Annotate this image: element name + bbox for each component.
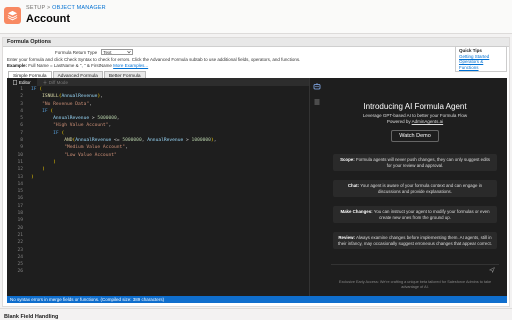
- line-number: 4: [20, 108, 23, 114]
- line-number: 2: [20, 94, 23, 100]
- line-number: 8: [20, 138, 23, 144]
- operators-functions-link[interactable]: Operators & Functions: [459, 59, 503, 70]
- send-icon[interactable]: [489, 267, 495, 273]
- formula-options-panel: Formula Options Formula Return Type Text…: [2, 37, 510, 307]
- code-line: ISNULL(AnnualRevenue),: [42, 94, 103, 100]
- line-number: 10: [17, 152, 23, 158]
- ai-panel-title: Introducing AI Formula Agent: [363, 102, 467, 111]
- side-rail: [309, 78, 323, 296]
- code-line: "Medium Value Account",: [64, 145, 128, 151]
- code-line: "Low Value Account": [64, 152, 117, 158]
- line-number: 22: [17, 240, 23, 246]
- line-number: 5: [20, 116, 23, 122]
- line-number: 16: [17, 196, 23, 202]
- list-icon[interactable]: [313, 98, 321, 106]
- card-label: Scope:: [340, 157, 355, 162]
- blank-field-handling-section: Blank Field Handling: [0, 308, 512, 320]
- formula-instructions: Enter your formula and click Check Synta…: [7, 57, 447, 68]
- formula-options-heading: Formula Options: [3, 38, 509, 47]
- breadcrumb: SETUP > OBJECT MANAGER: [26, 5, 106, 11]
- code-line: IF (: [53, 130, 65, 136]
- card-label: Chat:: [347, 183, 360, 188]
- powered-by-label: Powered by: [386, 118, 411, 124]
- line-number: 13: [17, 174, 23, 180]
- editor-tab-bar: Editor Diff Mode: [7, 78, 309, 86]
- code-line: ): [53, 159, 56, 165]
- card-label: Review:: [338, 235, 355, 240]
- line-number: 26: [17, 269, 23, 275]
- code-line: ): [42, 167, 45, 173]
- info-card-chat: Chat: Your agent is aware of your formul…: [333, 180, 497, 198]
- ai-panel-footer: Exclusive Early Access: We're crafting a…: [338, 280, 492, 289]
- example-text: Full Name = LastName & ", " & FirstName: [28, 62, 112, 68]
- code-line: IF (: [31, 87, 43, 92]
- breadcrumb-object-manager[interactable]: OBJECT MANAGER: [52, 5, 106, 11]
- card-text: Your agent is aware of your formula cont…: [360, 183, 483, 194]
- code-lines[interactable]: IF ( ISNULL(AnnualRevenue), "No Revenue …: [31, 86, 307, 181]
- card-label: Make Changes:: [340, 209, 373, 214]
- tab-diff-mode-label: Diff Mode: [48, 79, 68, 85]
- section-title: Blank Field Handling: [4, 314, 59, 320]
- card-text: Always examine changes before implementi…: [338, 235, 492, 246]
- page-header: SETUP > OBJECT MANAGER Account: [0, 0, 512, 34]
- card-text: Formula agents will never push changes, …: [355, 157, 490, 168]
- line-number: 23: [17, 247, 23, 253]
- return-type-label: Formula Return Type: [55, 49, 98, 55]
- line-numbers: 1 2 3 4 5 6 7 8 9 10 11 12 13 14 15 16 1…: [7, 86, 27, 276]
- syntax-status-bar: No syntax errors in merge fields or func…: [7, 296, 507, 303]
- robot-icon[interactable]: [313, 82, 321, 90]
- code-line: AnnualRevenue > 5000000,: [53, 116, 120, 122]
- info-card-review: Review: Always examine changes before im…: [333, 232, 497, 250]
- line-number: 20: [17, 225, 23, 231]
- line-number: 18: [17, 211, 23, 217]
- line-number: 15: [17, 189, 23, 195]
- line-number: 21: [17, 232, 23, 238]
- return-type-value: Text: [103, 49, 112, 55]
- tab-editor[interactable]: Editor: [7, 78, 37, 86]
- chat-input[interactable]: [331, 264, 499, 274]
- line-number: 12: [17, 167, 23, 173]
- line-number: 1: [20, 87, 23, 92]
- example-label: Example:: [7, 62, 28, 68]
- adminagents-link[interactable]: AdminAgents.ai: [412, 119, 444, 124]
- code-editor[interactable]: Editor Diff Mode 1 2 3 4 5 6 7 8 9 10 11…: [7, 78, 309, 296]
- line-number: 17: [17, 203, 23, 209]
- line-number: 6: [20, 123, 23, 129]
- line-number: 3: [20, 101, 23, 107]
- code-line: ): [31, 174, 34, 180]
- tab-diff-mode[interactable]: Diff Mode: [37, 78, 74, 86]
- line-number: 9: [20, 145, 23, 151]
- layers-icon: [4, 7, 21, 24]
- line-number: 19: [17, 218, 23, 224]
- line-number: 11: [17, 159, 23, 165]
- code-line: "No Revenue Data",: [42, 101, 92, 107]
- info-card-make-changes: Make Changes: You can instruct your agen…: [333, 206, 497, 224]
- chevron-down-icon: [127, 50, 131, 54]
- code-line: IF (: [42, 108, 54, 114]
- diff-icon: [43, 80, 47, 84]
- tab-editor-label: Editor: [19, 79, 31, 85]
- ai-agent-panel: Introducing AI Formula Agent Leverage GP…: [323, 78, 507, 296]
- return-type-row: Formula Return Type Text: [55, 49, 134, 55]
- line-number: 24: [17, 254, 23, 260]
- card-text: You can instruct your agent to modify yo…: [373, 209, 490, 220]
- line-number: 25: [17, 262, 23, 268]
- breadcrumb-setup: SETUP: [26, 5, 46, 11]
- more-examples-link[interactable]: More Examples...: [113, 63, 148, 68]
- line-number: 7: [20, 130, 23, 136]
- line-number: 14: [17, 181, 23, 187]
- watch-demo-button[interactable]: Watch Demo: [391, 130, 439, 142]
- ai-panel-subtitle: Leverage GPT-based AI to better your For…: [323, 113, 507, 124]
- quick-tips-box: Quick Tips Getting Started Operators & F…: [455, 46, 507, 72]
- return-type-select[interactable]: Text: [101, 49, 134, 55]
- info-card-scope: Scope: Formula agents will never push ch…: [333, 154, 497, 172]
- file-icon: [13, 79, 17, 85]
- code-line: AND(AnnualRevenue <= 5000000, AnnualReve…: [64, 138, 217, 144]
- page-title: Account: [26, 13, 70, 25]
- code-line: "High Value Account",: [53, 123, 112, 129]
